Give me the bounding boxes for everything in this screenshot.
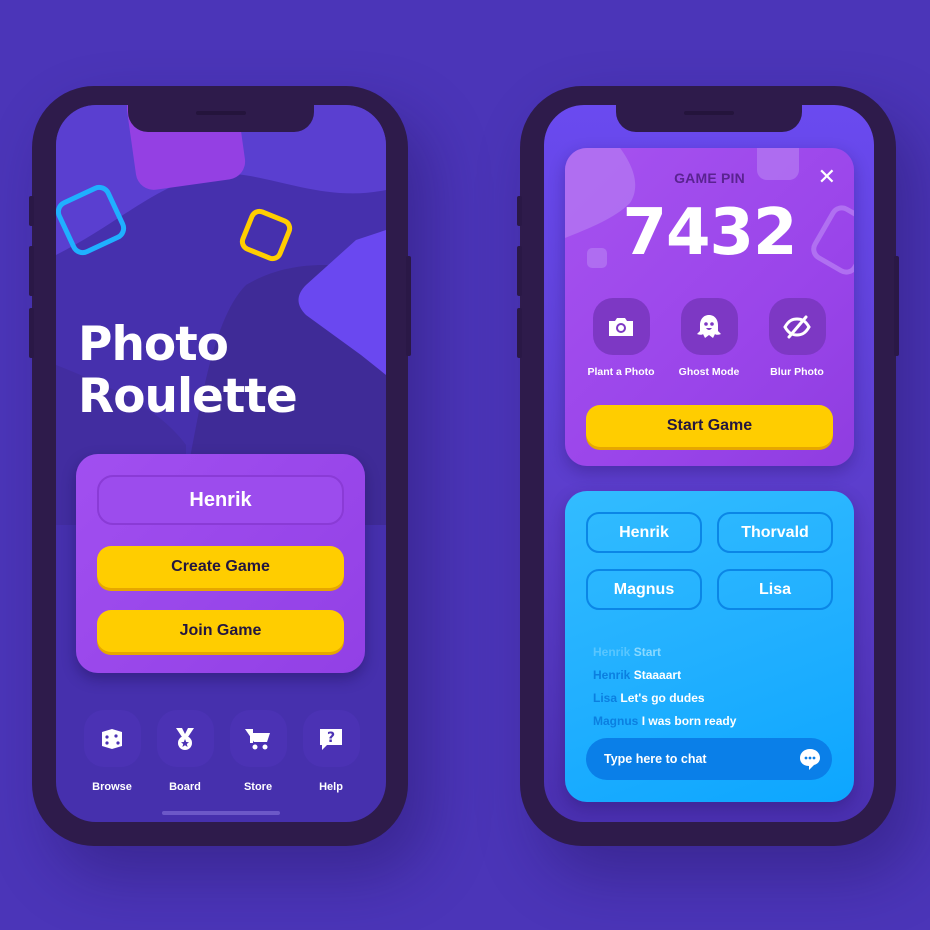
- nav-tile-help[interactable]: ?: [302, 710, 360, 767]
- join-card: Henrik Create Game Join Game: [76, 454, 365, 673]
- mute-switch: [29, 196, 34, 226]
- option-tile-blur-photo[interactable]: [768, 298, 826, 355]
- volume-up-button: [29, 246, 34, 296]
- home-indicator[interactable]: [162, 811, 280, 815]
- dice-icon: [102, 728, 122, 749]
- svg-text:?: ?: [327, 730, 335, 746]
- volume-up-button: [517, 246, 522, 296]
- chat-input[interactable]: Type here to chat: [586, 738, 832, 780]
- nav-label-help: Help: [319, 781, 343, 793]
- volume-down-button: [517, 308, 522, 358]
- chat-message: Henrik Staaaart: [593, 664, 736, 687]
- chat-input-placeholder: Type here to chat: [604, 752, 707, 766]
- chat-message: Henrik Start: [593, 641, 736, 664]
- chat-author: Magnus: [593, 714, 639, 728]
- chat-text: Start: [633, 645, 662, 659]
- yellow-outline-square-shape: [239, 208, 293, 262]
- player-chip: Lisa: [717, 569, 833, 610]
- nav-label-browse: Browse: [92, 781, 132, 793]
- eye-off-icon: [783, 315, 811, 338]
- option-plant-photo[interactable]: Plant a Photo: [576, 298, 666, 378]
- close-icon[interactable]: ✕: [818, 164, 836, 190]
- notch: [128, 105, 314, 132]
- bottom-nav: Browse Board Store ? Help: [82, 710, 372, 800]
- chat-author: Henrik: [593, 645, 631, 659]
- nav-item-store[interactable]: Store: [228, 710, 288, 793]
- nav-item-board[interactable]: Board: [155, 710, 215, 793]
- medal-icon: [176, 727, 194, 750]
- nav-item-browse[interactable]: Browse: [82, 710, 142, 793]
- nav-tile-board[interactable]: [156, 710, 214, 767]
- player-name-input[interactable]: Henrik: [97, 475, 344, 525]
- nav-label-board: Board: [169, 781, 201, 793]
- phone-home: Photo Roulette Henrik Create Game Join G…: [29, 86, 411, 846]
- notch: [616, 105, 802, 132]
- player-chip: Thorvald: [717, 512, 833, 553]
- option-label-plant-photo: Plant a Photo: [587, 366, 655, 378]
- app-title-line1: Photo: [78, 317, 229, 372]
- start-game-button[interactable]: Start Game: [586, 405, 833, 447]
- power-button: [406, 256, 411, 356]
- cart-icon: [245, 728, 270, 749]
- home-screen: Photo Roulette Henrik Create Game Join G…: [56, 105, 386, 822]
- chat-author: Lisa: [593, 691, 618, 705]
- speaker: [196, 111, 246, 115]
- help-icon: ?: [320, 728, 342, 750]
- game-pin-value: 7432: [622, 196, 797, 270]
- players-card: Henrik Thorvald Magnus Lisa Henrik Start…: [565, 491, 854, 802]
- nav-item-help[interactable]: ? Help: [301, 710, 361, 793]
- chat-log: Henrik Start Henrik Staaaart Lisa Let's …: [593, 641, 736, 733]
- option-tile-plant-photo[interactable]: [592, 298, 650, 355]
- option-blur-photo[interactable]: Blur Photo: [752, 298, 842, 378]
- lobby-screen: GAME PIN 7432 ✕ Plant a Photo Ghost Mode…: [544, 105, 874, 822]
- power-button: [894, 256, 899, 356]
- game-pin-card: GAME PIN 7432 ✕ Plant a Photo Ghost Mode…: [565, 148, 854, 466]
- app-title: Photo Roulette: [78, 317, 298, 424]
- mute-switch: [517, 196, 522, 226]
- phone-lobby: GAME PIN 7432 ✕ Plant a Photo Ghost Mode…: [517, 86, 899, 846]
- chat-text: Let's go dudes: [620, 691, 705, 705]
- player-chip: Henrik: [586, 512, 702, 553]
- create-game-button[interactable]: Create Game: [97, 546, 344, 588]
- chat-text: Staaaart: [633, 668, 682, 682]
- nav-label-store: Store: [243, 781, 273, 793]
- ghost-icon: [697, 314, 721, 338]
- nav-tile-browse[interactable]: [83, 710, 141, 767]
- player-chip: Magnus: [586, 569, 702, 610]
- chat-author: Henrik: [593, 668, 631, 682]
- speaker: [684, 111, 734, 115]
- join-game-button[interactable]: Join Game: [97, 610, 344, 652]
- chat-message: Lisa Let's go dudes: [593, 687, 736, 710]
- nav-tile-store[interactable]: [229, 710, 287, 767]
- option-ghost-mode[interactable]: Ghost Mode: [664, 298, 754, 378]
- chat-bubble-icon[interactable]: [798, 747, 822, 771]
- chat-text: I was born ready: [641, 714, 737, 728]
- app-title-line2: Roulette: [78, 369, 298, 424]
- option-label-ghost-mode: Ghost Mode: [678, 366, 740, 378]
- volume-down-button: [29, 308, 34, 358]
- chat-message: Magnus I was born ready: [593, 710, 736, 733]
- game-pin-label: GAME PIN: [674, 170, 745, 186]
- camera-icon: [609, 317, 633, 336]
- option-tile-ghost-mode[interactable]: [680, 298, 738, 355]
- option-label-blur-photo: Blur Photo: [770, 366, 824, 378]
